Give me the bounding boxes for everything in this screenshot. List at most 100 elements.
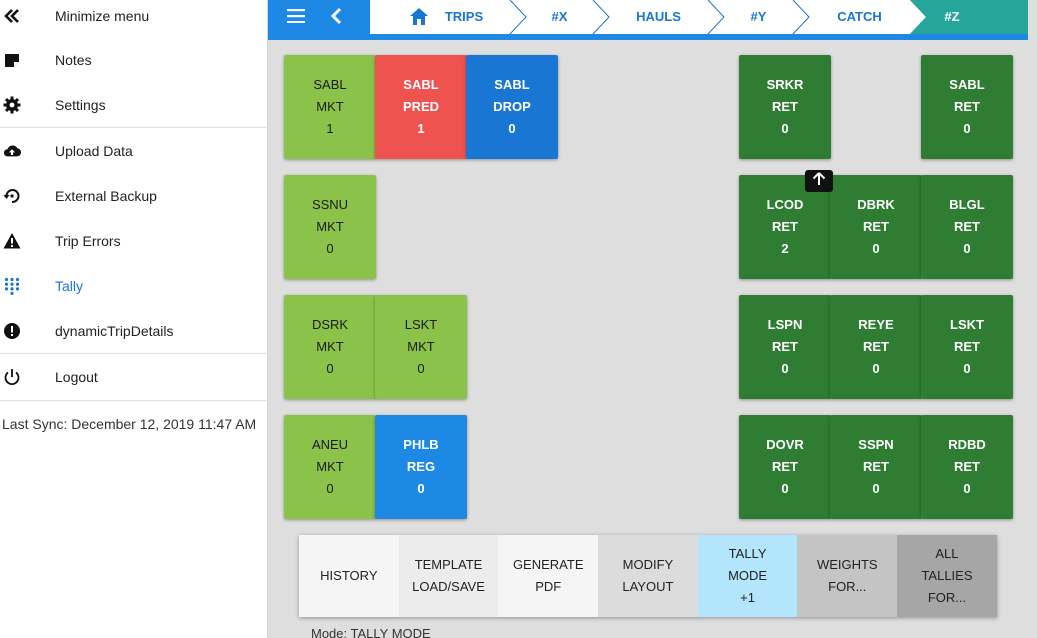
button-label: MODIFY	[622, 557, 674, 572]
tally-tile-dbrk-ret[interactable]: DBRK RET 0	[830, 175, 922, 279]
back-button[interactable]	[322, 4, 350, 32]
sidebar-item-label: Upload Data	[55, 143, 133, 159]
all-tallies-for-button[interactable]: ALL TALLIES FOR...	[897, 535, 997, 617]
tally-tile-dsrk-mkt[interactable]: DSRK MKT 0	[284, 295, 376, 399]
tile-species: SABL	[494, 77, 530, 92]
divider	[0, 353, 268, 354]
tile-disposition: PRED	[402, 99, 440, 114]
sidebar-item-label: External Backup	[55, 188, 157, 204]
move-tile-up-button[interactable]	[805, 170, 833, 192]
tile-disposition: RET	[954, 459, 980, 474]
tile-species: SABL	[949, 77, 985, 92]
sidebar-item-upload-data[interactable]: Upload Data	[0, 129, 268, 173]
last-sync-text: Last Sync: December 12, 2019 11:47 AM	[2, 416, 257, 432]
menu-button[interactable]	[282, 4, 310, 32]
tile-count: 0	[781, 481, 789, 496]
tile-disposition: RET	[772, 459, 798, 474]
tile-species: DSRK	[311, 317, 349, 332]
tile-count: 0	[326, 361, 334, 376]
alert-circle-icon	[3, 322, 21, 340]
modify-layout-button[interactable]: MODIFY LAYOUT	[598, 535, 698, 617]
breadcrumb-hauls[interactable]: HAULS	[609, 0, 708, 34]
breadcrumb-catch-number[interactable]: #Z	[926, 0, 978, 34]
tally-mode-button[interactable]: TALLY MODE +1	[697, 535, 798, 617]
sidebar-item-logout[interactable]: Logout	[0, 355, 268, 399]
tally-tile-reye-ret[interactable]: REYE RET 0	[830, 295, 922, 399]
tile-disposition: RET	[954, 99, 980, 114]
tally-toolbar: HISTORY TEMPLATE LOAD/SAVE GENERATE PDF MO…	[299, 535, 997, 617]
tile-species: SSNU	[311, 197, 349, 212]
tile-species: SSPN	[858, 437, 894, 452]
tile-count: 2	[781, 241, 789, 256]
tile-disposition: MKT	[316, 219, 344, 234]
tile-disposition: RET	[863, 219, 889, 234]
tally-tile-blgl-ret[interactable]: BLGL RET 0	[921, 175, 1013, 279]
tile-count: 0	[872, 481, 880, 496]
button-label: TEMPLATE	[414, 557, 483, 572]
tile-disposition: RET	[863, 339, 889, 354]
tile-species: PHLB	[403, 437, 439, 452]
tile-count: 0	[417, 361, 425, 376]
breadcrumb-trip-number[interactable]: #X	[526, 0, 593, 34]
breadcrumb-haul-number[interactable]: #Y	[724, 0, 793, 34]
tile-count: 1	[326, 121, 334, 136]
template-load-save-button[interactable]: TEMPLATE LOAD/SAVE	[398, 535, 499, 617]
tile-count: 0	[508, 121, 516, 136]
tally-tile-ssnu-mkt[interactable]: SSNU MKT 0	[284, 175, 376, 279]
history-button[interactable]: HISTORY	[299, 535, 399, 617]
tally-tile-sabl-pred[interactable]: SABL PRED 1	[375, 55, 467, 159]
home-icon	[410, 8, 428, 30]
minimize-menu-button[interactable]: Minimize menu	[0, 0, 268, 38]
sidebar-item-label: dynamicTripDetails	[55, 323, 174, 339]
sidebar-item-dynamic-trip-details[interactable]: dynamicTripDetails	[0, 309, 268, 353]
tile-count: 0	[872, 241, 880, 256]
tally-tile-sabl-ret[interactable]: SABL RET 0	[921, 55, 1013, 159]
dialpad-icon	[3, 277, 21, 295]
tally-tile-sabl-drop[interactable]: SABL DROP 0	[466, 55, 558, 159]
tile-count: 0	[781, 361, 789, 376]
tile-species: LSPN	[767, 317, 803, 332]
button-label: ALL	[935, 546, 959, 561]
tile-disposition: RET	[954, 339, 980, 354]
divider	[0, 127, 268, 128]
tile-count: 0	[963, 361, 971, 376]
tile-species: ANEU	[311, 437, 349, 452]
tile-species: SRKR	[766, 77, 804, 92]
tally-tile-phlb-reg[interactable]: PHLB REG 0	[375, 415, 467, 519]
tally-tile-sspn-ret[interactable]: SSPN RET 0	[830, 415, 922, 519]
tile-count: 0	[326, 241, 334, 256]
sidebar-item-trip-errors[interactable]: Trip Errors	[0, 219, 268, 263]
tally-tile-lskt-ret[interactable]: LSKT RET 0	[921, 295, 1013, 399]
button-label: WEIGHTS	[816, 557, 878, 572]
mode-status-text: Mode: TALLY MODE	[311, 626, 431, 638]
sidebar-item-tally[interactable]: Tally	[0, 264, 268, 308]
tally-tile-srkr-ret[interactable]: SRKR RET 0	[739, 55, 831, 159]
tile-species: LCOD	[766, 197, 804, 212]
generate-pdf-button[interactable]: GENERATE PDF	[498, 535, 599, 617]
sidebar-item-label: Notes	[55, 52, 92, 68]
tile-disposition: DROP	[493, 99, 531, 114]
button-label: GENERATE	[512, 557, 584, 572]
tile-species: LSKT	[950, 317, 984, 332]
tally-tile-aneu-mkt[interactable]: ANEU MKT 0	[284, 415, 376, 519]
tally-tile-sabl-mkt[interactable]: SABL MKT 1	[284, 55, 376, 159]
tally-tile-dovr-ret[interactable]: DOVR RET 0	[739, 415, 831, 519]
tally-tile-rdbd-ret[interactable]: RDBD RET 0	[921, 415, 1013, 519]
tile-count: 0	[326, 481, 334, 496]
tally-tile-lspn-ret[interactable]: LSPN RET 0	[739, 295, 831, 399]
button-label: FOR...	[828, 579, 867, 594]
tile-species: DBRK	[857, 197, 895, 212]
tile-species: SABL	[313, 77, 347, 92]
arrow-up-icon	[812, 171, 826, 191]
breadcrumb-trips[interactable]: TRIPS	[434, 0, 494, 34]
tile-disposition: RET	[772, 339, 798, 354]
button-label: PDF	[535, 579, 562, 594]
sidebar-item-notes[interactable]: Notes	[0, 38, 268, 82]
sidebar-item-settings[interactable]: Settings	[0, 83, 268, 127]
weights-for-button[interactable]: WEIGHTS FOR...	[797, 535, 898, 617]
tally-tile-lskt-mkt[interactable]: LSKT MKT 0	[375, 295, 467, 399]
warning-icon	[3, 232, 21, 250]
sidebar-item-external-backup[interactable]: External Backup	[0, 174, 268, 218]
tile-disposition: MKT	[316, 99, 344, 114]
breadcrumb-catch[interactable]: CATCH	[809, 0, 910, 34]
